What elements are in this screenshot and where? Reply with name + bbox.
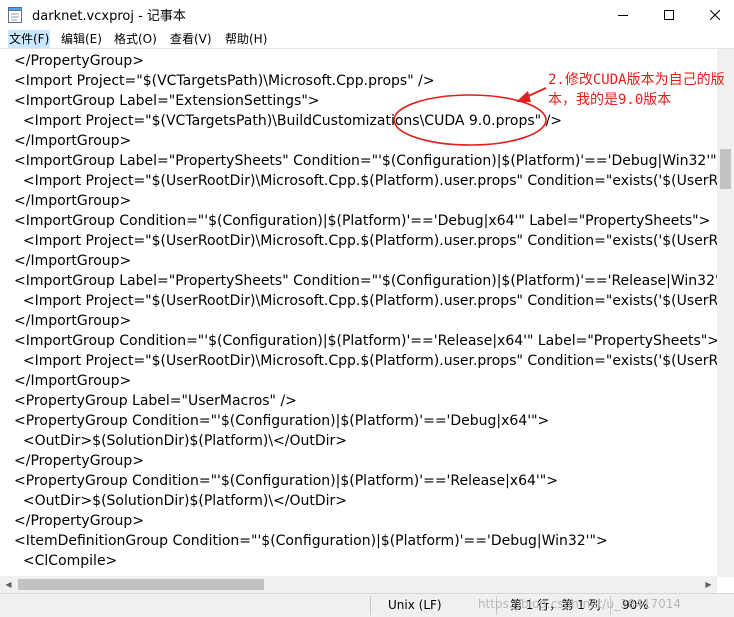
text-line: <Import Project="$(VCTargetsPath)\Micros… [14,73,435,89]
menu-bar: 文件(F) 编辑(E) 格式(O) 查看(V) 帮助(H) [0,30,734,48]
status-separator [370,596,371,615]
text-line: <PropertyGroup Label="UserMacros" /> [14,393,297,409]
maximize-icon [664,10,674,20]
text-line: <ImportGroup Condition="'$(Configuration… [14,213,711,229]
close-icon [710,10,720,20]
text-editor[interactable]: </PropertyGroup> <Import Project="$(VCTa… [0,48,734,594]
text-line: </ImportGroup> [14,193,132,209]
text-line: <Import Project="$(VCTargetsPath)\BuildC… [14,113,563,129]
vertical-scrollbar[interactable] [717,49,734,577]
status-line-ending: Unix (LF) [388,598,442,612]
menu-file[interactable]: 文件(F) [8,30,51,48]
text-line: <OutDir>$(SolutionDir)$(Platform)\</OutD… [14,433,348,449]
text-content[interactable]: </PropertyGroup> <Import Project="$(VCTa… [14,51,720,575]
window-title: darknet.vcxproj - 记事本 [32,9,186,24]
text-line: </ImportGroup> [14,313,132,329]
watermark-text: https://blog.csdn.net/u_38417014 [478,597,682,611]
vertical-scroll-thumb[interactable] [720,149,731,189]
horizontal-scroll-thumb[interactable] [18,579,264,590]
text-line: <ItemDefinitionGroup Condition="'$(Confi… [14,533,608,549]
menu-view[interactable]: 查看(V) [169,30,213,48]
maximize-button[interactable] [646,0,692,30]
text-line: </PropertyGroup> [14,453,145,469]
text-line: </PropertyGroup> [14,53,145,69]
text-line: <Import Project="$(UserRootDir)\Microsof… [14,353,720,369]
text-line: <OutDir>$(SolutionDir)$(Platform)\</OutD… [14,493,348,509]
menu-format[interactable]: 格式(O) [113,30,158,48]
menu-help[interactable]: 帮助(H) [224,30,268,48]
text-line: <PropertyGroup Condition="'$(Configurati… [14,413,550,429]
text-line: <PropertyGroup Condition="'$(Configurati… [14,473,558,489]
close-button[interactable] [692,0,734,30]
text-line: <Import Project="$(UserRootDir)\Microsof… [14,173,720,189]
text-line: <Import Project="$(UserRootDir)\Microsof… [14,233,720,249]
annotation-text: 2.修改CUDA版本为自己的版本，我的是9.0版本 [548,72,725,108]
text-line: <Import Project="$(UserRootDir)\Microsof… [14,293,720,309]
text-line: <ImportGroup Label="PropertySheets" Cond… [14,273,720,289]
text-line: <ClCompile> [14,553,118,569]
minimize-button[interactable] [600,0,646,30]
title-bar: darknet.vcxproj - 记事本 [0,0,734,30]
scroll-left-icon[interactable]: ◀ [0,576,17,593]
scroll-right-icon[interactable]: ▶ [700,576,717,593]
horizontal-scrollbar[interactable]: ◀ ▶ [0,576,717,593]
text-line: </ImportGroup> [14,253,132,269]
menu-edit[interactable]: 编辑(E) [60,30,103,48]
text-line: <ImportGroup Label="ExtensionSettings"> [14,93,320,109]
text-line: <ImportGroup Label="PropertySheets" Cond… [14,153,720,169]
text-line: </PropertyGroup> [14,513,145,529]
text-line: </ImportGroup> [14,373,132,389]
text-line: <ImportGroup Condition="'$(Configuration… [14,333,719,349]
minimize-icon [618,15,628,16]
text-line: </ImportGroup> [14,133,132,149]
notepad-icon [8,7,22,23]
